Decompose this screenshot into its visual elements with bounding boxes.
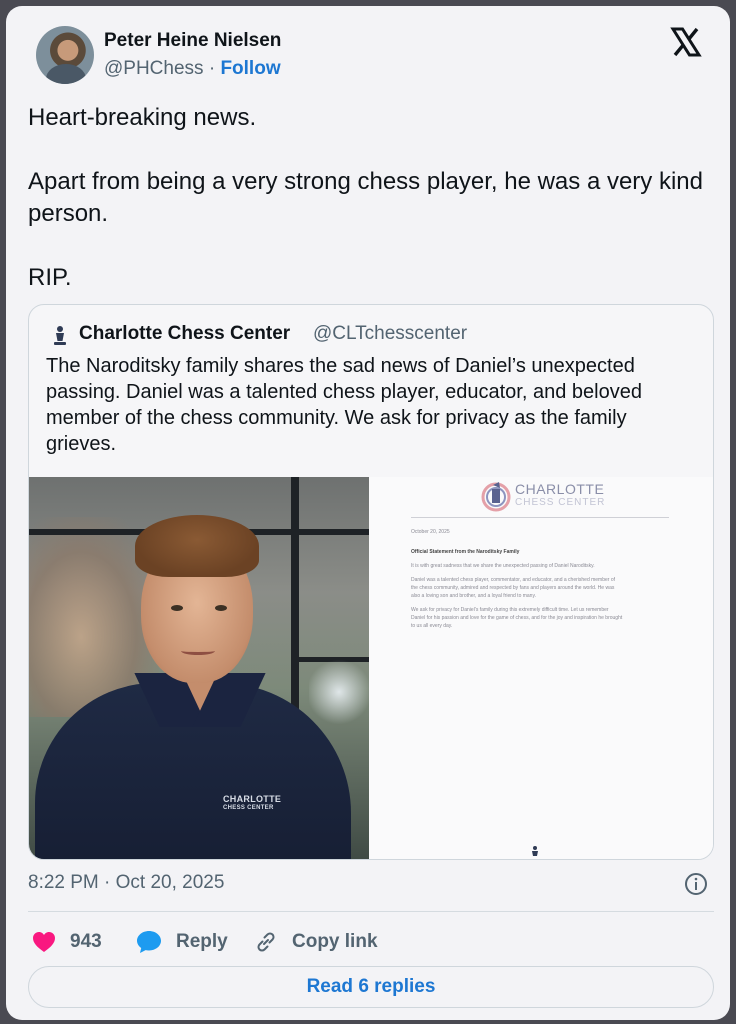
author-handle-row: @PHChess · Follow (104, 58, 281, 80)
document-line: Daniel for his passion and love for the … (411, 615, 623, 621)
action-bar: 943 Reply Copy link (28, 924, 714, 960)
document-logo: CHARLOTTE CHESS CENTER (481, 477, 641, 521)
like-button[interactable]: 943 (32, 924, 102, 960)
heart-icon (33, 932, 55, 952)
tweet-card: Peter Heine Nielsen @PHChess · Follow He… (6, 6, 730, 1020)
quote-statement-image[interactable]: CHARLOTTE CHESS CENTER October 20, 2025 … (369, 477, 713, 859)
divider (28, 911, 714, 912)
document-divider (411, 517, 669, 518)
document-line: the chess community, admired and respect… (411, 585, 615, 591)
quote-author-handle[interactable]: @CLTchesscenter (313, 323, 467, 345)
read-replies-button[interactable]: Read 6 replies (28, 966, 714, 1008)
follow-button[interactable]: Follow (220, 58, 280, 79)
document-date: October 20, 2025 (411, 529, 450, 535)
chess-logo-icon (54, 326, 66, 345)
document-line: It is with great sadness that we share t… (411, 563, 595, 569)
document-heading: Official Statement from the Naroditsky F… (411, 549, 520, 555)
document-line: We ask for privacy for Daniel’s family d… (411, 607, 609, 613)
reply-bubble-icon (137, 931, 161, 953)
tweet-paragraph: Apart from being a very strong chess pla… (28, 168, 703, 227)
document-logo-line2: CHESS CENTER (515, 497, 606, 508)
document-line: Daniel was a talented chess player, comm… (411, 577, 616, 583)
reply-button[interactable]: Reply (136, 924, 228, 960)
handle-separator: · (208, 58, 216, 79)
tweet-header: Peter Heine Nielsen @PHChess · Follow (32, 20, 710, 90)
quote-author-name[interactable]: Charlotte Chess Center (79, 323, 290, 345)
quoted-tweet[interactable]: Charlotte Chess Center @CLTchesscenter T… (28, 304, 714, 860)
chess-logo-icon (481, 482, 511, 512)
like-count: 943 (70, 931, 102, 952)
document-line: to us all every day. (411, 623, 453, 629)
author-handle[interactable]: @PHChess (104, 58, 204, 79)
copy-link-button[interactable]: Copy link (254, 924, 378, 960)
tweet-timestamp[interactable]: 8:22 PM · Oct 20, 2025 (28, 872, 224, 894)
tweet-paragraph: RIP. (28, 264, 72, 291)
reply-label: Reply (176, 931, 228, 952)
x-logo-icon[interactable] (670, 26, 702, 58)
tweet-text: Heart-breaking news. Apart from being a … (28, 102, 718, 294)
chess-logo-icon (532, 846, 538, 856)
quote-photo[interactable]: CHARLOTTE CHESS CENTER (29, 477, 369, 859)
link-icon (257, 932, 275, 952)
avatar[interactable] (36, 26, 94, 84)
author-name[interactable]: Peter Heine Nielsen (104, 30, 281, 52)
document-logo-line1: CHARLOTTE (515, 481, 605, 497)
copy-link-label: Copy link (292, 931, 378, 952)
tweet-paragraph: Heart-breaking news. (28, 104, 257, 131)
document-line: also a loving son and brother, and a loy… (411, 593, 536, 599)
info-icon[interactable] (684, 872, 708, 896)
shirt-logo: CHARLOTTE CHESS CENTER (223, 794, 282, 812)
quote-text: The Naroditsky family shares the sad new… (46, 355, 642, 455)
